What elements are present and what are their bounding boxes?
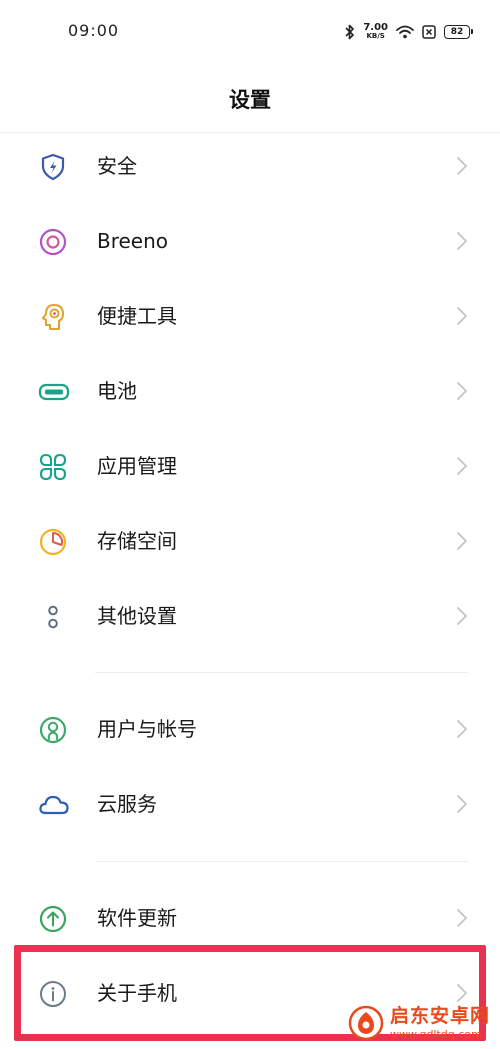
settings-item-label: Breeno — [97, 229, 169, 253]
security-shield-icon — [38, 152, 68, 182]
user-account-icon — [38, 715, 68, 745]
settings-item-breeno[interactable]: Breeno — [0, 203, 500, 278]
watermark-name: 启东安卓网 — [389, 1004, 490, 1027]
chevron-right-icon — [456, 908, 468, 928]
network-speed-unit: KB/S — [366, 32, 385, 40]
settings-item-label: 应用管理 — [97, 454, 177, 478]
status-time: 09:00 — [68, 21, 120, 40]
wifi-icon — [396, 25, 414, 39]
battery-icon — [38, 377, 70, 407]
section-divider — [95, 861, 468, 862]
status-icons: 7.00 KB/S 82 — [345, 20, 473, 44]
watermark-logo-icon — [348, 1005, 384, 1041]
chevron-right-icon — [456, 719, 468, 739]
section-divider — [95, 672, 468, 673]
settings-item-battery[interactable]: 电池 — [0, 353, 500, 428]
chevron-right-icon — [456, 306, 468, 326]
settings-item-software-update[interactable]: 软件更新 — [0, 880, 500, 955]
settings-item-label: 其他设置 — [97, 604, 177, 628]
settings-item-label: 云服务 — [97, 792, 157, 816]
network-speed: 7.00 KB/S — [363, 23, 388, 41]
settings-item-security[interactable]: 安全 — [0, 128, 500, 203]
page-title: 设置 — [229, 88, 271, 112]
watermark-url: www.qdltdq.com — [389, 1027, 482, 1041]
settings-item-cloud-service[interactable]: 云服务 — [0, 766, 500, 841]
status-bar: 09:00 7.00 KB/S 82 — [0, 0, 500, 64]
chevron-right-icon — [456, 156, 468, 176]
chevron-right-icon — [456, 606, 468, 626]
storage-icon — [38, 527, 68, 557]
chevron-right-icon — [456, 231, 468, 251]
app-management-icon — [38, 452, 68, 482]
settings-item-label: 便捷工具 — [97, 304, 177, 328]
convenience-tools-icon — [38, 302, 68, 332]
settings-item-other-settings[interactable]: 其他设置 — [0, 578, 500, 653]
settings-item-storage[interactable]: 存储空间 — [0, 503, 500, 578]
chevron-right-icon — [456, 794, 468, 814]
chevron-right-icon — [456, 381, 468, 401]
settings-item-label: 电池 — [97, 379, 137, 403]
network-speed-value: 7.00 — [363, 22, 388, 33]
battery-indicator: 82 — [444, 25, 473, 39]
settings-item-label: 存储空间 — [97, 529, 177, 553]
breeno-icon — [38, 227, 68, 257]
no-sim-icon — [422, 25, 436, 39]
other-settings-icon — [38, 602, 68, 632]
watermark-text: 启东安卓网 www.qdltdq.com — [389, 1004, 490, 1041]
chevron-right-icon — [456, 531, 468, 551]
bluetooth-icon — [345, 24, 355, 40]
settings-item-label: 软件更新 — [97, 906, 177, 930]
settings-item-label: 用户与帐号 — [97, 717, 197, 741]
settings-screen: 09:00 7.00 KB/S 82 设置 安全 Breeno 便捷工具 电池 … — [0, 0, 500, 1049]
watermark: 启东安卓网 www.qdltdq.com — [348, 1005, 490, 1041]
settings-item-user-account[interactable]: 用户与帐号 — [0, 691, 500, 766]
settings-item-convenience-tools[interactable]: 便捷工具 — [0, 278, 500, 353]
settings-item-app-management[interactable]: 应用管理 — [0, 428, 500, 503]
chevron-right-icon — [456, 456, 468, 476]
software-update-icon — [38, 904, 68, 934]
settings-item-label: 安全 — [97, 154, 137, 178]
cloud-service-icon — [38, 790, 69, 820]
